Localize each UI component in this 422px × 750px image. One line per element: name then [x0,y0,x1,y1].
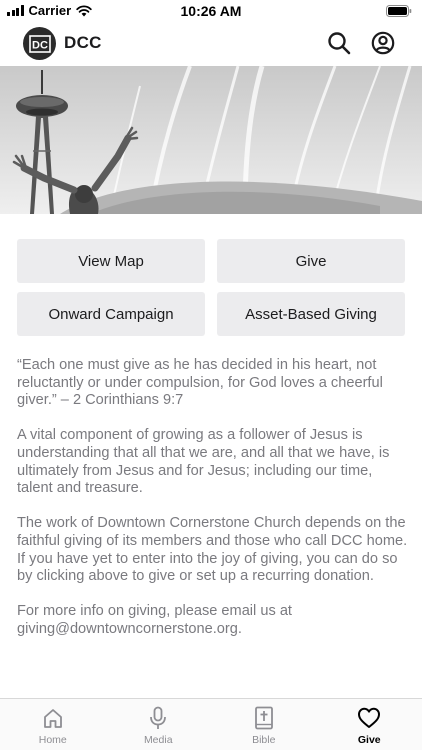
give-button[interactable]: Give [217,239,405,283]
onward-campaign-button[interactable]: Onward Campaign [17,292,205,336]
microphone-icon [150,706,167,729]
heart-icon [358,707,381,728]
battery-icon [386,4,412,22]
tab-home[interactable]: Home [0,699,106,750]
status-bar: Carrier 10:26 AM [0,0,422,22]
bible-icon [254,706,273,730]
search-icon [328,32,351,55]
app-header: DC DCC [0,22,422,66]
tab-bar: Home Media Bible Give [0,698,422,750]
home-icon [43,709,62,728]
tab-bible[interactable]: Bible [211,699,317,750]
tab-label: Media [143,734,173,746]
account-icon [371,31,395,55]
status-time: 10:26 AM [180,3,242,19]
contact-info[interactable]: For more info on giving, please email us… [17,603,409,638]
tab-label: Give [357,734,381,746]
scripture-quote: “Each one must give as he has decided in… [17,357,383,409]
tab-label: Home [38,734,67,746]
content-paragraph: A vital component of growing as a follow… [17,427,390,497]
tab-give[interactable]: Give [317,699,422,750]
app-title: DCC [64,33,102,52]
profile-button[interactable] [370,30,396,56]
logo-mark-icon: DC [28,34,51,53]
asset-based-giving-button[interactable]: Asset-Based Giving [217,292,405,336]
logo-text: DC [32,39,48,51]
view-map-button[interactable]: View Map [17,239,205,283]
tab-media[interactable]: Media [106,699,212,750]
tab-label: Bible [252,734,276,746]
hero-image [0,66,422,214]
app-logo: DC [23,27,56,60]
giving-content: “Each one must give as he has decided in… [17,357,409,656]
content-paragraph: The work of Downtown Cornerstone Church … [17,515,408,585]
search-button[interactable] [326,30,352,56]
